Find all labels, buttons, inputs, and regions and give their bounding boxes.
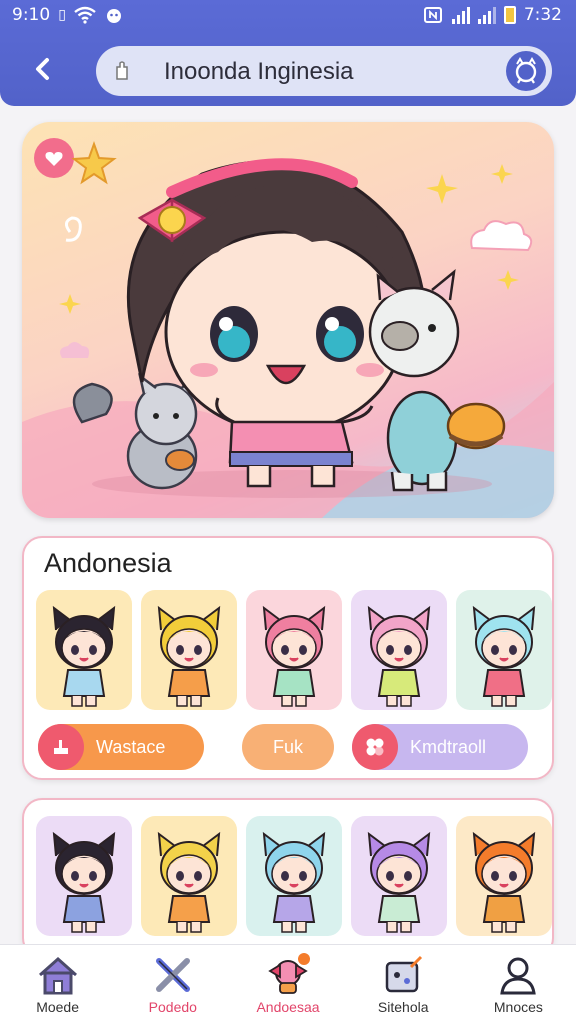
- nav-item-mnoces[interactable]: Mnoces: [461, 945, 576, 1024]
- character-tile[interactable]: [246, 590, 342, 710]
- game-icon: [385, 955, 423, 993]
- character-tile[interactable]: [36, 816, 132, 936]
- status-time-left: 9:10: [12, 5, 51, 25]
- character-tile[interactable]: [351, 816, 447, 936]
- home-icon: [38, 956, 77, 995]
- status-bar: 9:10 ▯ 7:32: [0, 0, 576, 34]
- character-avatar: [52, 605, 116, 707]
- character-tile[interactable]: [141, 816, 237, 936]
- character-section-2: [22, 798, 554, 958]
- character-avatar: [157, 605, 221, 707]
- fuk-label: Fuk: [272, 736, 303, 757]
- address-bar[interactable]: Inoonda Inginesia: [96, 46, 552, 96]
- page-title: Inoonda Inginesia: [164, 58, 354, 85]
- wastace-button[interactable]: Wastace: [38, 724, 204, 770]
- character-tile[interactable]: [456, 816, 552, 936]
- top-app-bar: 9:10 ▯ 7:32 Inoonda Inginesia: [0, 0, 576, 106]
- signal-2-icon: [477, 6, 496, 24]
- page-icon: [116, 61, 128, 80]
- section-title: Andonesia: [44, 548, 172, 578]
- wifi-icon: [74, 6, 96, 24]
- nav-label: Podedo: [148, 999, 197, 1015]
- character-avatar: [472, 605, 536, 707]
- heart-badge-icon: [34, 138, 74, 178]
- kmdtraoll-button[interactable]: Kmdtraoll: [352, 724, 528, 770]
- character-tile[interactable]: [36, 590, 132, 710]
- hero-illustration: [22, 138, 554, 518]
- nav-item-andoesaa[interactable]: Andoesaa: [230, 945, 345, 1024]
- nav-label: Moede: [36, 999, 79, 1015]
- nav-item-moede[interactable]: Moede: [0, 945, 115, 1024]
- clover-icon: [352, 724, 398, 770]
- character-avatar: [157, 831, 221, 933]
- bottom-navigation: Moede Podedo Andoesaa Sitehola Mnoces: [0, 944, 576, 1024]
- fuk-button[interactable]: Fuk: [242, 724, 334, 770]
- nav-label: Andoesaa: [256, 999, 320, 1015]
- character-icon: [268, 953, 310, 994]
- back-arrow-icon: [36, 58, 49, 80]
- character-avatar: [262, 831, 326, 933]
- character-section: Andonesia Wastace Fuk Kmdtraoll: [22, 536, 554, 780]
- status-time-right: 7:32: [523, 5, 562, 25]
- pet-face-icon: [515, 57, 537, 84]
- character-tile[interactable]: [141, 590, 237, 710]
- back-button[interactable]: [28, 54, 58, 84]
- kmdtraoll-label: Kmdtraoll: [410, 736, 487, 757]
- profile-action-button[interactable]: [506, 51, 546, 91]
- user-icon: [500, 957, 537, 995]
- app-notification-icon: [106, 9, 121, 23]
- hand-icon: [38, 724, 84, 770]
- character-tile[interactable]: [456, 590, 552, 710]
- character-avatar: [367, 605, 431, 707]
- nfc-icon: [423, 7, 442, 23]
- nav-label: Mnoces: [493, 999, 543, 1015]
- character-tile[interactable]: [246, 816, 342, 936]
- character-avatar: [52, 831, 116, 933]
- character-tile[interactable]: [351, 590, 447, 710]
- character-grid-2: [36, 816, 552, 936]
- filter-pills: Wastace Fuk Kmdtraoll: [38, 724, 542, 770]
- crossed-tools-icon: [155, 958, 190, 992]
- notification-icon: ▯: [58, 7, 66, 23]
- nav-label: Sitehola: [377, 999, 429, 1015]
- wastace-label: Wastace: [96, 736, 166, 757]
- character-grid: [36, 590, 552, 710]
- character-avatar: [367, 831, 431, 933]
- nav-item-sitehola[interactable]: Sitehola: [346, 945, 461, 1024]
- signal-icon: [451, 6, 470, 24]
- nav-item-podedo[interactable]: Podedo: [115, 945, 230, 1024]
- character-avatar: [472, 831, 536, 933]
- character-avatar: [262, 605, 326, 707]
- hero-banner[interactable]: [22, 122, 554, 518]
- battery-icon: [503, 6, 516, 24]
